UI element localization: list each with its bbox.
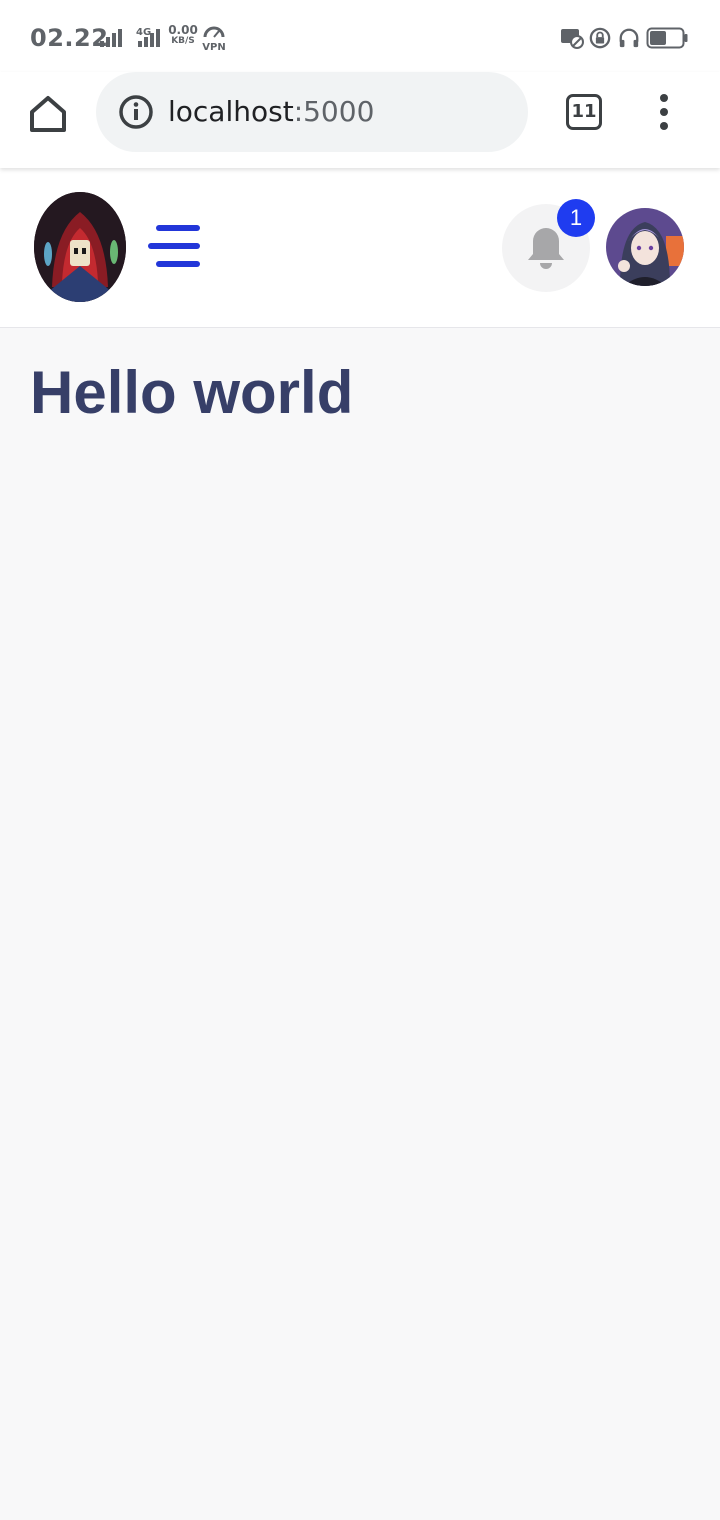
address-bar[interactable]: localhost:5000 [96, 72, 528, 152]
network-speed: 0.00 KB/S [167, 23, 199, 47]
hamburger-icon[interactable] [146, 222, 202, 270]
url-text[interactable]: localhost:5000 [168, 96, 374, 128]
rotation-lock-icon [589, 27, 611, 49]
vpn-icon [203, 26, 225, 38]
tab-switcher-button[interactable]: 11 [566, 94, 602, 130]
signal-icon [100, 29, 122, 47]
vpn-indicator: VPN [200, 25, 228, 53]
headphones-icon [619, 28, 639, 48]
logo-image[interactable] [34, 192, 126, 302]
info-icon[interactable] [118, 94, 154, 130]
speed-unit: KB/S [171, 36, 195, 46]
status-time: 02.22 [30, 24, 109, 52]
cast-off-icon [561, 29, 584, 49]
bell-icon [528, 228, 564, 269]
browser-toolbar: localhost:5000 11 [0, 72, 720, 168]
avatar-image[interactable] [606, 208, 684, 286]
home-icon[interactable] [26, 92, 70, 136]
app-header: 1 [0, 168, 720, 328]
more-vert-icon[interactable] [650, 92, 678, 132]
status-bar: 02.22 4G 0.00 KB/S VPN [0, 0, 720, 72]
signal-icon [138, 29, 160, 47]
speed-value: 0.00 [168, 23, 198, 37]
page-title: Hello world [30, 359, 354, 426]
vpn-label: VPN [202, 42, 226, 53]
notification-badge: 1 [557, 199, 595, 237]
url-port: :5000 [293, 95, 375, 128]
url-host: localhost [168, 95, 294, 128]
battery-icon [646, 27, 688, 49]
